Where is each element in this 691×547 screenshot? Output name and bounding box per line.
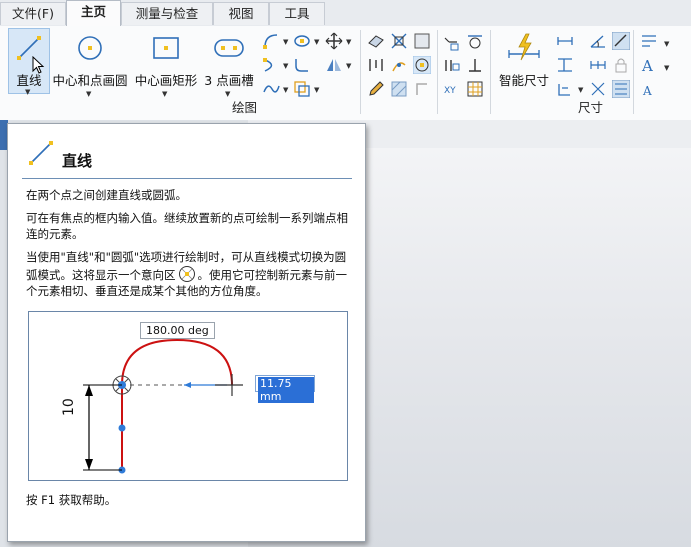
symmetric-dimension-icon[interactable] (556, 80, 574, 98)
tooltip-title: 直线 (62, 152, 93, 170)
draw-group-label: 绘图 (232, 100, 258, 115)
offset-dropdown-caret[interactable]: ▼ (314, 86, 319, 94)
intent-zone-icon[interactable] (413, 56, 431, 74)
offset-icon[interactable] (293, 80, 311, 98)
line-dropdown-caret[interactable]: ▼ (25, 88, 30, 96)
extend-icon[interactable] (367, 56, 385, 74)
xy-icon[interactable]: XY (443, 80, 461, 98)
ellipse-dropdown-caret[interactable]: ▼ (314, 38, 319, 46)
slot-icon (214, 39, 244, 57)
pencil-icon[interactable] (367, 80, 385, 98)
line-tooltip: 直线 在两个点之间创建直线或圆弧。 可在有焦点的框内输入值。继续放置新的点可绘制… (7, 123, 366, 542)
parallel-icon[interactable] (443, 56, 461, 74)
text-dropdown-caret[interactable]: ▼ (664, 64, 669, 72)
grid-icon[interactable] (466, 80, 484, 98)
tangent-icon[interactable] (466, 32, 484, 50)
perpendicular-icon[interactable] (466, 56, 484, 74)
chain-dimension-icon[interactable] (589, 56, 607, 74)
tab-file[interactable]: 文件(F) (0, 2, 66, 25)
ribbon-separator (437, 30, 438, 114)
curve-icon[interactable] (262, 80, 280, 98)
connect-icon[interactable] (443, 34, 461, 52)
split-icon[interactable] (390, 56, 408, 74)
rectangle-icon (153, 37, 179, 59)
ribbon-separator (490, 30, 491, 114)
dimension-group-label: 尺寸 (578, 100, 604, 115)
fillet-icon[interactable] (293, 56, 311, 74)
text-a-icon[interactable]: A (640, 56, 658, 74)
tab-tools[interactable]: 工具 (269, 2, 325, 25)
tooltip-illustration: 10 180.00 deg 11.75 mm (28, 311, 348, 481)
arc-tangent-icon[interactable] (262, 32, 280, 50)
distance-dimension-icon[interactable] (556, 32, 574, 50)
svg-text:XY: XY (444, 86, 456, 96)
curve-dropdown-caret[interactable]: ▼ (283, 86, 288, 94)
center-rect-label: 中心画矩形 (134, 73, 198, 88)
trim-icon[interactable] (390, 32, 408, 50)
tooltip-paragraph-3: 当使用"直线"和"圆弧"选项进行绘制时，可从直线模式切换为圆弧模式。这将显示一个… (26, 249, 351, 299)
move-dropdown-caret[interactable]: ▼ (346, 38, 351, 46)
dimension-value-label: 10 (61, 398, 77, 416)
three-point-slot-button[interactable]: 3 点画槽 ▼ (202, 28, 256, 98)
center-rect-button[interactable]: 中心画矩形 ▼ (132, 28, 200, 98)
dimension-style-icon[interactable] (589, 80, 607, 98)
tooltip-paragraph-2: 可在有焦点的框内输入值。继续放置新的点可绘制一系列端点相连的元素。 (26, 211, 348, 241)
ribbon-separator (633, 30, 634, 114)
tooltip-divider (22, 178, 352, 179)
length-input-value: 11.75 mm (258, 377, 314, 403)
center-circle-dropdown-caret[interactable]: ▼ (86, 90, 91, 98)
arc2-dropdown-caret[interactable]: ▼ (283, 62, 288, 70)
dimension-toggle-icon[interactable] (612, 32, 630, 50)
move-icon[interactable] (325, 32, 343, 50)
dimension-align-icon[interactable] (612, 80, 630, 98)
text-size-icon[interactable]: A (640, 80, 658, 98)
construction-icon[interactable] (413, 80, 431, 98)
tab-view[interactable]: 视图 (213, 2, 269, 25)
ellipse-icon[interactable] (293, 32, 311, 50)
arc-dropdown-caret[interactable]: ▼ (283, 38, 288, 46)
length-input-box: 11.75 mm (255, 375, 315, 403)
tab-home[interactable]: 主页 (66, 0, 121, 27)
tooltip-paragraph-1: 在两个点之间创建直线或圆弧。 (26, 188, 187, 202)
circle-icon (78, 36, 102, 60)
annotation-dropdown-caret[interactable]: ▼ (664, 40, 669, 48)
tab-measure-inspect[interactable]: 测量与检查 (121, 2, 213, 25)
svg-text:A: A (642, 84, 652, 98)
ribbon-tab-bar: 文件(F) 主页 测量与检查 视图 工具 (0, 0, 691, 27)
ribbon: 直线 ▼ 中心和点画圆 ▼ 中心画矩形 ▼ 3 点画槽 ▼ ▼ ▼ ▼ ▼ ▼ … (0, 26, 691, 121)
eraser-icon[interactable] (367, 32, 385, 50)
three-point-slot-label: 3 点画槽 (204, 73, 254, 88)
line-icon (29, 141, 53, 165)
svg-text:A: A (641, 57, 653, 74)
angle-dimension-icon[interactable] (589, 32, 607, 50)
smart-dimension-label: 智能尺寸 (498, 73, 549, 88)
mirror-icon[interactable] (325, 56, 343, 74)
arc-three-point-icon[interactable] (262, 56, 280, 74)
intent-zone-icon (178, 266, 195, 282)
dimension-dropdown-caret[interactable]: ▼ (578, 86, 583, 94)
coordinate-dimension-icon[interactable] (556, 56, 574, 74)
dimension-lock-icon[interactable] (612, 56, 630, 74)
center-circle-button[interactable]: 中心和点画圆 ▼ (52, 28, 128, 98)
annotation-icon[interactable] (640, 32, 658, 50)
center-rect-dropdown-caret[interactable]: ▼ (162, 90, 167, 98)
mirror-dropdown-caret[interactable]: ▼ (346, 62, 351, 70)
slot-dropdown-caret[interactable]: ▼ (225, 90, 230, 98)
tooltip-help-hint: 按 F1 获取帮助。 (26, 493, 117, 507)
ribbon-separator (360, 30, 361, 114)
mouse-cursor-icon (32, 56, 45, 74)
smart-dimension-icon (508, 33, 540, 61)
angle-label: 180.00 deg (140, 322, 215, 339)
center-circle-label: 中心和点画圆 (52, 73, 128, 88)
smart-dimension-button[interactable]: 智能尺寸 (494, 28, 554, 98)
fill-pattern-icon[interactable] (390, 80, 408, 98)
region-icon[interactable] (413, 32, 431, 50)
